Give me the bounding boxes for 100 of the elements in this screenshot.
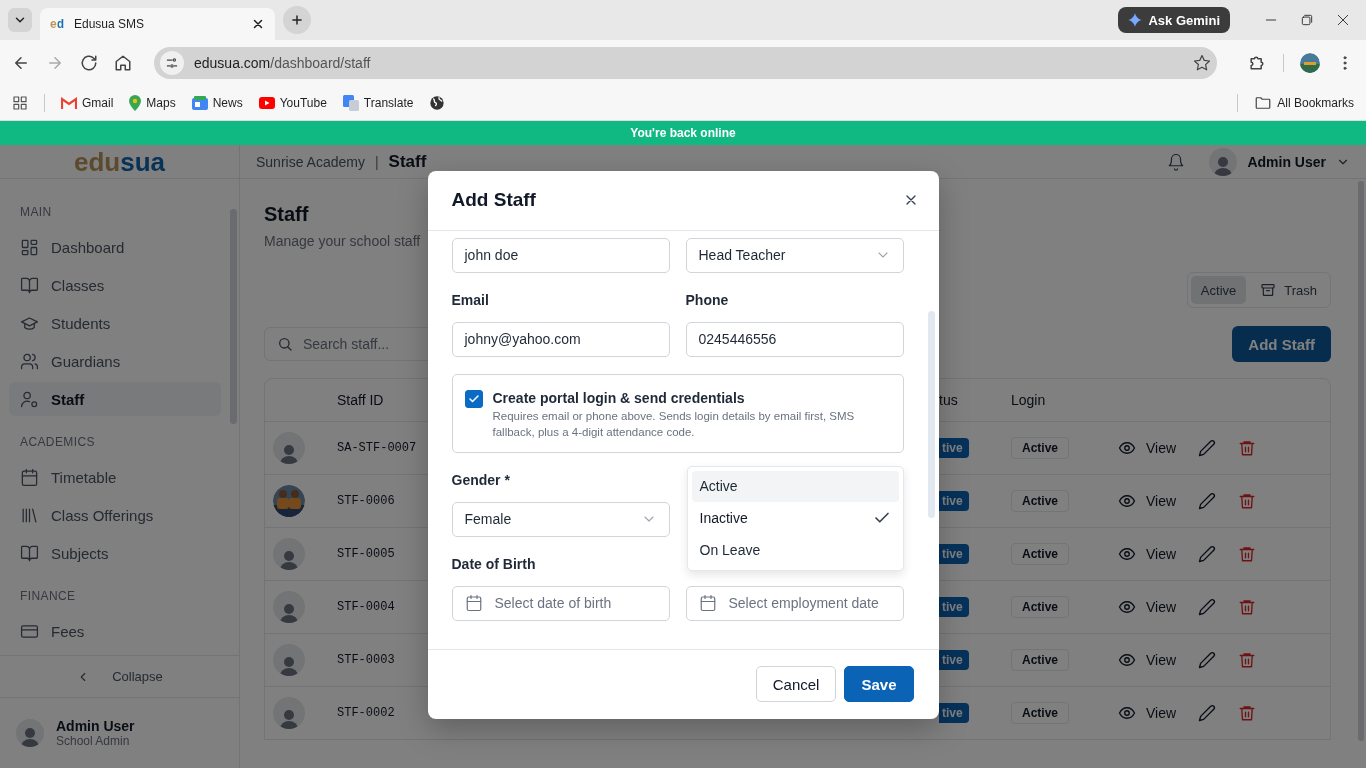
- sidebar-item[interactable]: Classes: [9, 268, 221, 302]
- mail-icon: [61, 96, 77, 109]
- save-button[interactable]: Save: [844, 666, 914, 702]
- trash-icon[interactable]: [1238, 545, 1257, 563]
- cancel-button[interactable]: Cancel: [755, 666, 837, 702]
- reload-icon[interactable]: [80, 53, 98, 72]
- sliders-icon: [165, 55, 179, 70]
- dropdown-option[interactable]: On Leave: [691, 533, 899, 566]
- status-badge: tive: [939, 491, 969, 511]
- view-button[interactable]: View: [1118, 545, 1177, 563]
- sparkle-icon: [1128, 13, 1143, 27]
- checkbox[interactable]: [464, 389, 483, 408]
- collapse-button[interactable]: Collapse: [0, 655, 239, 698]
- new-tab-button[interactable]: [283, 6, 311, 34]
- sidebar-item[interactable]: Guardians: [9, 344, 221, 378]
- user-name[interactable]: Admin User: [1247, 153, 1326, 170]
- login-badge: Active: [1011, 490, 1070, 512]
- field-label: Date of Birth: [451, 554, 537, 574]
- staff-id: STF-0004: [337, 600, 395, 614]
- bookmark[interactable]: YouTube: [258, 95, 327, 110]
- section-heading: ACADEMICS: [19, 435, 96, 451]
- hint-text: Requires email or phone above. Sends login details by email first, SMS fallback, plus a 4-digit attendance code.: [492, 408, 856, 440]
- profile-avatar[interactable]: [1300, 52, 1320, 73]
- close-icon[interactable]: [1336, 13, 1350, 27]
- tab-list-button[interactable]: [8, 8, 32, 32]
- restore-icon[interactable]: [1300, 13, 1314, 27]
- favicon: ed: [50, 17, 66, 31]
- close-icon[interactable]: [251, 17, 265, 31]
- view-button[interactable]: View: [1118, 492, 1177, 510]
- all-bookmarks-button[interactable]: All Bookmarks: [1254, 93, 1354, 112]
- pencil-icon[interactable]: [1198, 492, 1217, 510]
- sidebar-item[interactable]: Class Offerings: [9, 498, 221, 532]
- view-button[interactable]: View: [1118, 598, 1177, 616]
- status-badge: tive: [939, 544, 969, 564]
- text-field[interactable]: johny@yahoo.com: [451, 321, 670, 357]
- trash-icon[interactable]: [1238, 704, 1257, 722]
- view-button[interactable]: View: [1118, 704, 1177, 722]
- check-icon: [467, 392, 480, 405]
- school-name: Sunrise Academy: [256, 153, 365, 170]
- sidebar-item[interactable]: Subjects: [9, 536, 221, 570]
- home-icon[interactable]: [114, 53, 132, 72]
- text-field[interactable]: john doe: [451, 237, 670, 273]
- view-button[interactable]: View: [1118, 651, 1177, 669]
- eye-icon: [1118, 651, 1136, 669]
- select-field[interactable]: Head Teacher: [685, 237, 904, 273]
- apps-icon[interactable]: [12, 94, 28, 111]
- bookmark[interactable]: Maps: [129, 94, 176, 111]
- view-button[interactable]: View: [1118, 439, 1177, 457]
- ask-gemini-button[interactable]: Ask Gemini: [1118, 7, 1230, 33]
- bell-icon[interactable]: [1167, 152, 1186, 171]
- scrollbar[interactable]: [927, 310, 935, 518]
- dropdown-option[interactable]: Inactive: [691, 502, 899, 534]
- address-bar[interactable]: edusua.com/dashboard/staff: [154, 46, 1217, 79]
- status-badge: tive: [939, 703, 969, 723]
- star-icon[interactable]: [1193, 53, 1211, 72]
- sidebar-item[interactable]: Timetable: [9, 460, 221, 494]
- field-label: Phone: [685, 290, 730, 310]
- site-info-button[interactable]: [160, 50, 184, 75]
- date-field[interactable]: Select date of birth: [451, 585, 670, 621]
- sidebar-item[interactable]: Fees: [9, 614, 221, 648]
- newspaper-icon: [191, 95, 208, 110]
- globe-icon[interactable]: [429, 94, 446, 111]
- calendar-icon: [464, 594, 483, 612]
- pencil-icon[interactable]: [1198, 651, 1217, 669]
- map-pin-icon: [129, 94, 142, 111]
- trash-icon[interactable]: [1238, 651, 1257, 669]
- trash-icon[interactable]: [1238, 492, 1257, 510]
- pencil-icon[interactable]: [1198, 545, 1217, 563]
- eye-icon: [1118, 492, 1136, 510]
- toggle-tab[interactable]: Active: [1190, 276, 1247, 304]
- date-field[interactable]: Select employment date: [685, 585, 904, 621]
- grid-icon: [20, 237, 39, 257]
- page-subtitle: Manage your school staff: [264, 233, 422, 249]
- sidebar-item[interactable]: Students: [9, 306, 221, 340]
- sidebar-item[interactable]: Staff: [9, 382, 221, 416]
- online-banner: You're back online: [0, 121, 1366, 145]
- person-icon: [279, 654, 299, 676]
- browser-tab[interactable]: ed Edusua SMS: [40, 8, 275, 40]
- pencil-icon[interactable]: [1198, 704, 1217, 722]
- checkbox-label: Create portal login & send credentials: [492, 388, 746, 408]
- trash-icon[interactable]: [1238, 598, 1257, 616]
- login-badge: Active: [1011, 702, 1070, 724]
- pencil-icon[interactable]: [1198, 598, 1217, 616]
- bookmark[interactable]: News: [191, 95, 243, 110]
- toggle-tab[interactable]: Trash: [1250, 276, 1327, 304]
- add-staff-button[interactable]: Add Staff: [1232, 326, 1331, 362]
- users-icon: [20, 351, 39, 371]
- calendar-icon: [20, 467, 39, 487]
- field-label: Gender *: [451, 470, 511, 490]
- login-badge: Active: [1011, 649, 1070, 671]
- bookmark[interactable]: Gmail: [61, 95, 114, 110]
- select-field[interactable]: Female: [451, 501, 670, 537]
- trash-icon[interactable]: [1238, 439, 1257, 457]
- text-field[interactable]: 0245446556: [685, 321, 904, 357]
- sidebar-item[interactable]: Dashboard: [9, 230, 221, 264]
- dropdown-option[interactable]: Active: [691, 470, 899, 503]
- bookmark[interactable]: Translate: [342, 94, 414, 111]
- logo: edusua: [73, 146, 165, 177]
- pencil-icon[interactable]: [1198, 439, 1217, 457]
- user-avatar[interactable]: [1209, 147, 1238, 176]
